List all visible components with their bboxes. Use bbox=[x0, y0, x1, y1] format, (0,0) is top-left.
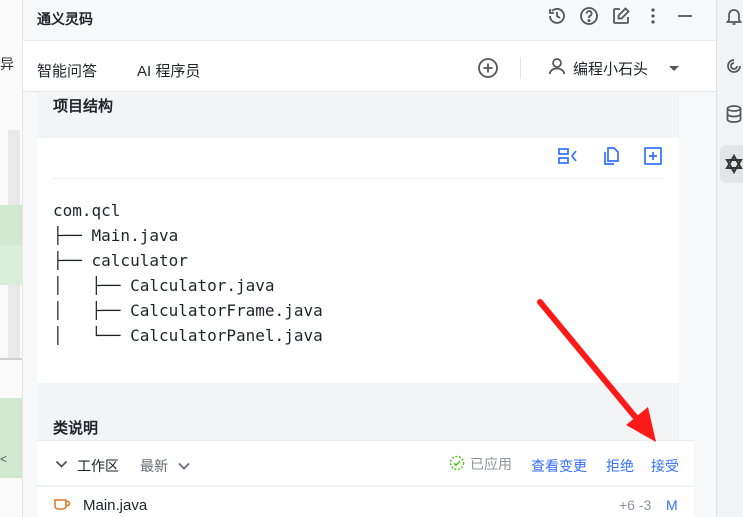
accept-button[interactable]: 接受 bbox=[651, 456, 679, 476]
diff-highlight bbox=[0, 398, 22, 478]
editor-close-char[interactable]: < bbox=[0, 452, 7, 466]
code-divider bbox=[53, 178, 663, 179]
latest-filter[interactable]: 最新 bbox=[140, 456, 168, 476]
diff-highlight bbox=[0, 245, 22, 285]
app-root: 异 < 通义灵码 智能问答 AI 程序员 编程小石头 项目结构 com.qcl … bbox=[0, 0, 743, 517]
chevron-down-icon[interactable] bbox=[178, 457, 190, 475]
panel-title: 通义灵码 bbox=[37, 11, 93, 27]
reject-button[interactable]: 拒绝 bbox=[606, 456, 634, 476]
applied-status: 已应用 bbox=[449, 454, 512, 474]
editor-edge: 异 < bbox=[0, 0, 23, 517]
changed-file-row[interactable]: Main.java +6 -3 M bbox=[37, 486, 694, 517]
section-title: 项目结构 bbox=[53, 98, 114, 115]
view-changes-link[interactable]: 查看变更 bbox=[531, 456, 587, 476]
tab-ai-programmer[interactable]: AI 程序员 bbox=[137, 60, 201, 99]
database-icon[interactable] bbox=[723, 103, 743, 125]
titlebar-actions bbox=[546, 5, 696, 27]
tab-bar: 智能问答 AI 程序员 编程小石头 bbox=[23, 40, 716, 99]
tab-separator bbox=[520, 57, 521, 79]
editor-partial-text: 异 bbox=[0, 56, 14, 72]
more-vertical-icon[interactable] bbox=[642, 5, 664, 27]
spiral-icon[interactable] bbox=[723, 55, 743, 77]
editor-divider bbox=[0, 358, 22, 360]
new-session-icon[interactable] bbox=[477, 57, 499, 84]
lingma-logo-icon[interactable] bbox=[723, 153, 743, 175]
workspace-label[interactable]: 工作区 bbox=[77, 456, 119, 476]
chevron-down-icon bbox=[668, 60, 680, 77]
chevron-down-icon[interactable] bbox=[55, 456, 68, 474]
java-file-icon bbox=[53, 495, 71, 516]
user-menu[interactable]: 编程小石头 bbox=[547, 56, 680, 80]
insert-code-icon[interactable] bbox=[557, 146, 579, 171]
right-tool-strip bbox=[716, 0, 743, 517]
diff-highlight bbox=[0, 205, 22, 245]
user-avatar-icon bbox=[547, 56, 567, 80]
workspace-bar: 工作区 最新 已应用 查看变更 拒绝 接受 bbox=[37, 440, 694, 485]
history-icon[interactable] bbox=[546, 5, 568, 27]
section-title: 类说明 bbox=[53, 420, 99, 437]
user-name: 编程小石头 bbox=[573, 60, 649, 78]
edit-icon[interactable] bbox=[610, 5, 632, 27]
help-icon[interactable] bbox=[578, 5, 600, 27]
assistant-panel: 通义灵码 智能问答 AI 程序员 编程小石头 项目结构 com.qcl ├── … bbox=[23, 0, 734, 517]
diff-stat: +6 -3 bbox=[619, 497, 652, 513]
copy-icon[interactable] bbox=[601, 146, 621, 171]
modified-badge: M bbox=[666, 497, 678, 513]
code-toolbar bbox=[557, 146, 663, 171]
minimize-icon[interactable] bbox=[674, 5, 696, 27]
project-structure-code: com.qcl ├── Main.java ├── calculator │ ├… bbox=[53, 201, 323, 345]
check-circle-icon bbox=[449, 455, 465, 474]
applied-label: 已应用 bbox=[470, 456, 512, 472]
file-name: Main.java bbox=[83, 497, 148, 514]
new-file-icon[interactable] bbox=[643, 146, 663, 171]
tab-qa[interactable]: 智能问答 bbox=[37, 60, 97, 81]
bell-icon[interactable] bbox=[723, 5, 743, 27]
panel-titlebar: 通义灵码 bbox=[23, 0, 716, 40]
code-block: com.qcl ├── Main.java ├── calculator │ ├… bbox=[37, 138, 679, 383]
